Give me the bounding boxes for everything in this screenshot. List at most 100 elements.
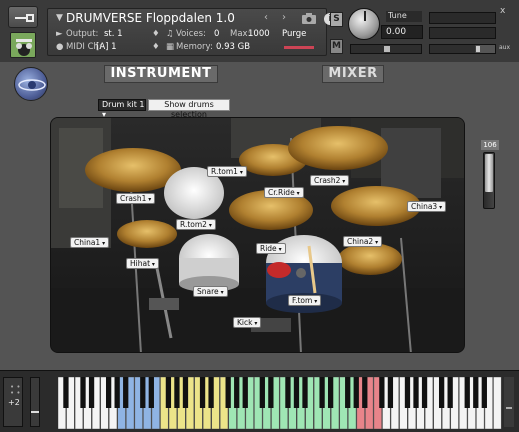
black-key[interactable] [345,377,351,408]
piano-keyboard[interactable] [58,377,502,429]
level-meter-left [429,12,496,24]
black-key[interactable] [473,377,479,408]
black-key[interactable] [140,377,146,408]
tune-value[interactable]: 0.00 [381,25,423,39]
memory-icon: ▦ [166,42,175,52]
black-key[interactable] [63,377,69,408]
black-key[interactable] [242,377,248,408]
midi-row: ● MIDI Ch: [A] 1 ♦ ▦ Memory: 0.93 GB [48,42,328,54]
mod-wheel[interactable] [30,377,40,427]
black-key[interactable] [88,377,95,408]
black-key[interactable] [481,377,487,408]
black-key[interactable] [165,377,172,408]
camera-icon[interactable] [302,13,316,24]
tune-knob[interactable] [348,8,380,40]
black-key[interactable] [464,377,470,408]
aux-label[interactable]: aux [499,44,510,51]
memory-label: Memory: [176,42,213,52]
black-key[interactable] [327,377,334,408]
purge-indicator [284,46,314,49]
next-instrument-arrow-icon[interactable]: › [282,12,286,23]
piece-label-cr-ride[interactable]: Cr.Ride [264,187,304,198]
black-key[interactable] [421,377,428,408]
drum-kit-select-label: Drum kit 1 [102,100,145,109]
keyboard-area: • • • • +2 [0,370,519,432]
black-key[interactable] [379,377,385,408]
black-key[interactable] [225,377,231,408]
black-key[interactable] [413,377,419,408]
black-key[interactable] [105,377,112,408]
instrument-name[interactable]: DRUMVERSE Floppdalen 1.0 [66,11,235,25]
black-key[interactable] [302,377,308,408]
close-icon[interactable]: x [500,6,505,16]
black-key[interactable] [80,377,86,408]
black-key[interactable] [148,377,154,408]
max-voices-value[interactable]: 1000 [248,29,270,39]
tab-mixer[interactable]: MIXER [322,65,384,83]
keyboard-scroll[interactable] [504,377,514,427]
instrument-panel: INSTRUMENT MIXER Drum kit 1 ▾ Show drums… [0,62,519,370]
voices-icon: ♫ [166,29,174,39]
black-key[interactable] [404,377,411,408]
wrench-icon[interactable] [8,6,38,28]
memory-value: 0.93 GB [216,42,251,52]
black-key[interactable] [293,377,300,408]
black-key[interactable] [353,377,359,408]
output-value[interactable]: st. 1 [104,29,123,39]
pan-slider[interactable] [350,44,422,54]
black-key[interactable] [199,377,206,408]
piece-label-hihat[interactable]: Hihat [126,258,159,269]
level-meter-right [429,27,496,39]
white-key[interactable] [493,377,502,429]
voices-value: 0 [214,29,220,39]
black-key[interactable] [208,377,214,408]
black-key[interactable] [182,377,189,408]
piece-label-china1[interactable]: China1 [70,237,110,248]
header-volume-slider[interactable] [429,44,496,54]
name-row: ▼ DRUMVERSE Floppdalen 1.0 ‹ › i [48,11,336,27]
black-key[interactable] [438,377,445,408]
black-key[interactable] [234,377,240,408]
piece-label-kick[interactable]: Kick [233,317,262,328]
mod-wheel-position [31,411,39,413]
output-row: ► Output: st. 1 ♦ ♫ Voices: 0 Max: 1000 … [48,29,328,41]
master-volume-handle[interactable] [485,154,493,192]
piece-label-rtom1[interactable]: R.tom1 [207,166,247,177]
piece-label-china2[interactable]: China2 [343,236,383,247]
voices-label: Voices: [176,29,206,39]
piece-label-snare[interactable]: Snare [193,286,228,297]
purge-dropdown[interactable]: Purge [282,29,306,39]
collapse-triangle-icon[interactable]: ▼ [56,13,63,23]
instrument-thumbnail [10,32,36,58]
show-drums-selection-button[interactable]: Show drums selection [148,99,230,119]
piece-label-rtom2[interactable]: R.tom2 [176,219,216,230]
midi-channel-value[interactable]: [A] 1 [96,42,117,52]
black-key[interactable] [319,377,325,408]
mute-button[interactable]: M [330,39,343,54]
piece-label-crash2[interactable]: Crash2 [310,175,350,186]
black-key[interactable] [123,377,129,408]
piece-label-ride[interactable]: Ride [256,243,286,254]
header-left-column [8,6,42,58]
drum-kit-select[interactable]: Drum kit 1 ▾ [98,99,146,119]
black-key[interactable] [447,377,453,408]
midi-dropdown-icon[interactable]: ♦ [152,42,160,52]
piece-label-crash1[interactable]: Crash1 [116,193,156,204]
black-key[interactable] [387,377,394,408]
instrument-header: ▼ DRUMVERSE Floppdalen 1.0 ‹ › i ► Outpu… [0,0,519,62]
black-key[interactable] [259,377,265,408]
black-key[interactable] [268,377,274,408]
piece-label-ftom[interactable]: F.tom [288,295,322,306]
piece-label-china3[interactable]: China3 [407,201,447,212]
solo-button[interactable]: S [330,12,343,27]
drumverse-logo [14,67,48,101]
output-arrow-icon: ► [56,29,63,39]
black-key[interactable] [362,377,368,408]
octave-label: +2 [8,398,20,407]
black-key[interactable] [285,377,291,408]
black-key[interactable] [114,377,120,408]
prev-instrument-arrow-icon[interactable]: ‹ [264,12,268,23]
output-dropdown-icon[interactable]: ♦ [152,29,160,39]
black-key[interactable] [174,377,180,408]
tab-instrument[interactable]: INSTRUMENT [104,65,218,83]
